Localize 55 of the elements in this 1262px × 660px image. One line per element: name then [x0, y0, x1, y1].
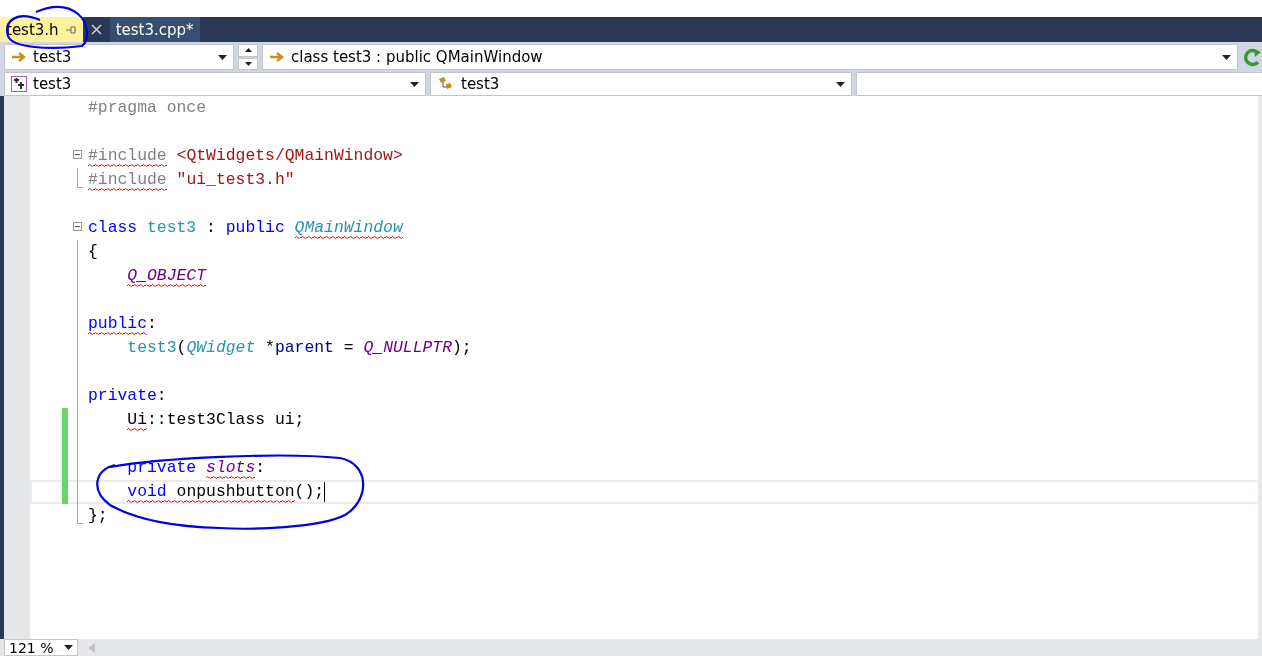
class-icon [11, 76, 27, 92]
code-token: #include [88, 169, 167, 191]
code-token: QWidget [186, 337, 256, 359]
code-token: public [88, 313, 148, 335]
code-token: Q_NULLPTR [363, 337, 452, 359]
code-token: void [127, 481, 167, 503]
code-token: Ui [127, 409, 148, 431]
code-token: : [147, 313, 157, 335]
code-token: private [88, 385, 157, 407]
code-token: ); [452, 337, 472, 359]
code-token: : [255, 457, 266, 479]
code-token: }; [88, 505, 108, 527]
type-dropdown[interactable]: test3 [4, 72, 426, 96]
spin-up-button[interactable] [238, 44, 258, 57]
code-token: slots [206, 457, 256, 479]
code-token: test3 [146, 217, 197, 239]
close-icon[interactable] [90, 24, 102, 35]
caret-up-icon [244, 48, 252, 53]
member-icon [437, 76, 455, 92]
collapse-icon[interactable] [73, 150, 82, 159]
code-token: #include [88, 145, 167, 167]
code-token: #pragma once [88, 97, 207, 119]
code-token: "ui_test3.h" [175, 169, 295, 191]
scope-dropdown[interactable]: class test3 : public QMainWindow [262, 44, 1238, 70]
code-token: * [264, 337, 275, 359]
file-tab[interactable]: test3.cpp* [109, 17, 200, 42]
caret-icon [836, 81, 845, 87]
code-token: ( [176, 337, 187, 359]
code-token: ::test3Class ui; [147, 409, 305, 431]
caret-icon [218, 54, 227, 60]
code-token: : [205, 217, 217, 239]
code-token: { [88, 241, 98, 263]
code-token: onpushbutton [166, 481, 295, 503]
caret-icon [64, 645, 73, 650]
code-token: private [127, 457, 198, 479]
pin-icon[interactable] [64, 23, 77, 36]
arrow-right-icon [269, 51, 285, 63]
caret-down-icon [244, 61, 252, 66]
code-token: : [156, 385, 167, 407]
code-token: class [88, 217, 138, 239]
code-token: <QtWidgets/QMainWindow> [175, 145, 403, 167]
arrow-right-icon [11, 51, 27, 63]
member-dropdown[interactable]: test3 [430, 72, 852, 96]
code-token: QMainWindow [294, 217, 403, 239]
caret-icon [410, 81, 419, 87]
code-token: public [225, 217, 286, 239]
code-token: test3 [127, 337, 177, 359]
code-token: = [342, 337, 355, 359]
code-token: (); [294, 481, 325, 503]
code-token: parent [274, 337, 334, 359]
spin-down-button[interactable] [238, 57, 258, 70]
caret-icon [1222, 54, 1231, 60]
zoom-dropdown[interactable]: 121 % [4, 639, 78, 656]
collapse-icon[interactable] [73, 222, 82, 231]
project-dropdown[interactable]: test3 [4, 44, 234, 70]
